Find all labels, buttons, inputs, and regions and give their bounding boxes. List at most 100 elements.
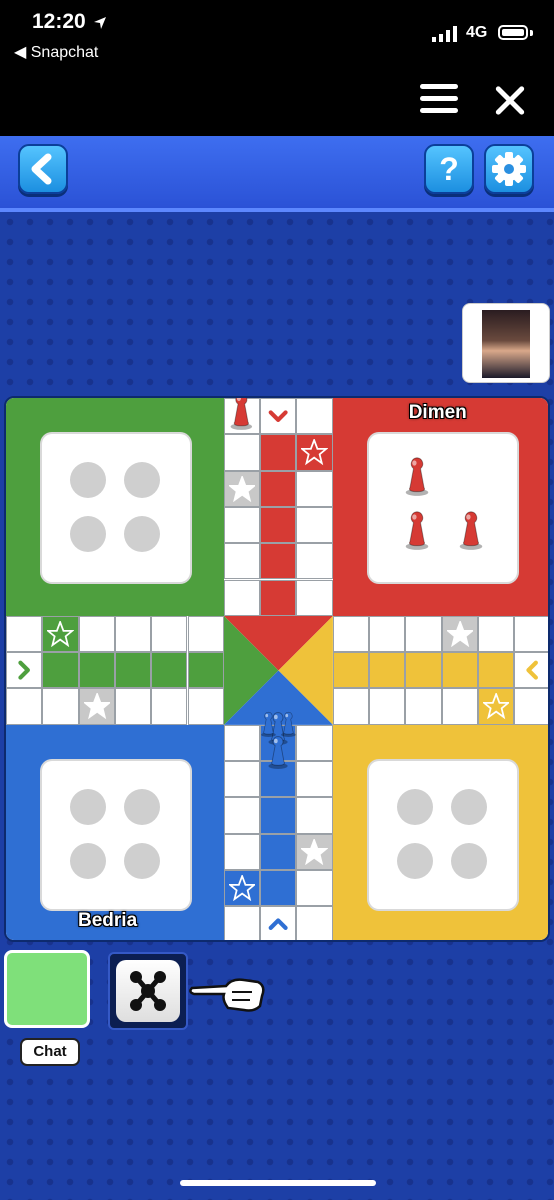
blue-token[interactable] <box>280 711 297 737</box>
menu-button[interactable] <box>420 84 458 114</box>
board-cell <box>260 470 297 507</box>
board-cell <box>514 615 548 653</box>
blue-token[interactable] <box>260 711 277 737</box>
board-cell <box>260 579 297 616</box>
board-cell <box>42 652 79 689</box>
board-cell <box>223 724 261 761</box>
board-cell <box>260 797 297 834</box>
yard-red <box>332 398 548 616</box>
yard-red-home-box <box>366 432 519 584</box>
board-cell <box>369 688 406 725</box>
home-spot <box>70 516 106 552</box>
board-cell <box>260 543 297 580</box>
settings-button[interactable] <box>484 144 534 194</box>
yard-green-home-box <box>40 432 192 584</box>
board-cell <box>223 906 261 940</box>
chevron-down-icon <box>268 410 288 422</box>
battery-tip <box>530 30 533 36</box>
board-cell <box>296 543 333 580</box>
dice-button[interactable] <box>116 960 180 1022</box>
dice-face-icon <box>130 971 166 1011</box>
board-cell <box>223 543 261 580</box>
board-cell <box>260 833 297 870</box>
board-cell <box>296 906 333 940</box>
board-cell <box>296 470 333 507</box>
board-cell <box>441 688 478 725</box>
board-cell <box>223 797 261 834</box>
board-cell <box>114 615 152 653</box>
board-cell <box>6 615 43 653</box>
home-spot <box>70 842 106 879</box>
yard-yellow-home-box <box>366 758 519 911</box>
board-cell <box>296 724 333 761</box>
star-icon <box>482 693 510 720</box>
chevron-left-icon <box>31 153 52 185</box>
board-cell <box>296 506 333 544</box>
center-home <box>223 615 333 725</box>
red-token[interactable] <box>229 396 254 431</box>
board-cell <box>260 434 297 471</box>
status-time: 12:20 <box>32 10 86 33</box>
blue-token[interactable] <box>267 735 289 769</box>
home-spot <box>124 462 160 498</box>
home-spot <box>396 842 433 879</box>
board-cell <box>296 761 333 798</box>
board-cell <box>405 688 442 725</box>
ludo-board: Dimen Bedria <box>4 396 550 942</box>
board-cell <box>369 615 406 653</box>
board-cell <box>151 688 188 725</box>
back-button[interactable] <box>18 144 68 194</box>
star-icon <box>301 439 328 466</box>
board-cell <box>296 869 333 907</box>
gear-icon <box>492 152 526 186</box>
board-cell <box>332 615 369 653</box>
board-cell <box>296 398 333 435</box>
board-cell <box>405 615 442 653</box>
help-button[interactable]: ? <box>424 144 474 194</box>
yard-blue-home-box <box>40 758 192 911</box>
board-cell <box>187 652 224 689</box>
chevron-left-icon <box>526 660 539 680</box>
close-button[interactable] <box>494 84 526 116</box>
board-cell <box>151 652 188 689</box>
home-spot <box>124 516 160 552</box>
board-cell <box>151 615 188 653</box>
signal-icon <box>432 26 457 42</box>
home-spot <box>124 842 160 879</box>
yard-green <box>6 398 224 616</box>
home-spot <box>124 788 160 825</box>
player-name-bottom-left: Bedria <box>78 910 138 932</box>
red-token[interactable] <box>458 510 484 550</box>
board-cell <box>332 688 369 725</box>
star-icon <box>446 620 473 647</box>
network-type: 4G <box>466 24 488 41</box>
board-cell <box>42 688 79 725</box>
board-cell <box>6 688 43 725</box>
board-cell <box>223 579 261 616</box>
board-cell <box>477 615 515 653</box>
board-cell <box>78 615 115 653</box>
board-cell <box>114 688 152 725</box>
home-spot <box>70 462 106 498</box>
board-cell <box>223 833 261 870</box>
board-cell <box>260 869 297 907</box>
star-icon <box>228 874 256 902</box>
pointing-hand-icon <box>189 978 265 1012</box>
player-avatar-tile[interactable] <box>4 950 90 1028</box>
player-name-top-right: Dimen <box>408 402 467 423</box>
yard-yellow <box>332 724 548 940</box>
board-cell <box>332 652 369 689</box>
star-icon <box>83 693 110 720</box>
chat-button[interactable]: Chat <box>20 1038 80 1066</box>
board-cell <box>78 652 115 689</box>
battery-icon <box>498 25 528 40</box>
board-cell <box>187 615 224 653</box>
board-cell <box>477 652 515 689</box>
red-token[interactable] <box>404 510 430 550</box>
chevron-up-icon <box>268 918 288 931</box>
back-to-app-link[interactable]: ◀ Snapchat <box>14 42 98 62</box>
red-token[interactable] <box>404 456 430 496</box>
location-icon <box>94 17 106 29</box>
board-cell <box>223 506 261 544</box>
star-icon <box>47 620 74 647</box>
